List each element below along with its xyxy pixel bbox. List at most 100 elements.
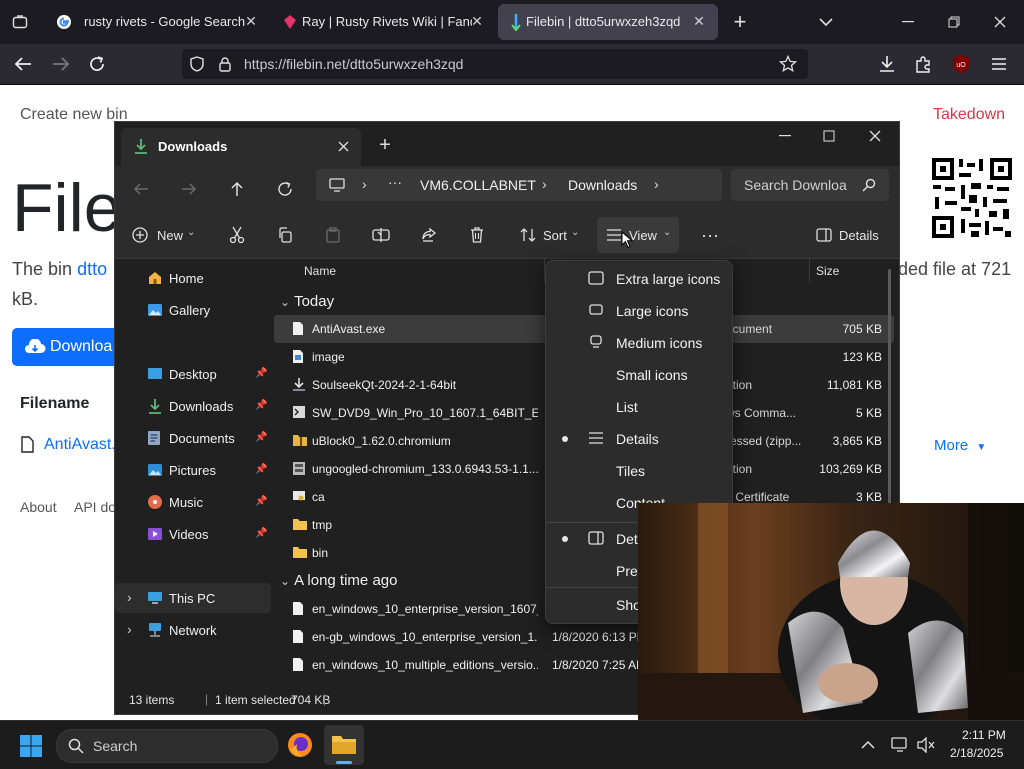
- delete-icon[interactable]: [467, 225, 487, 245]
- forward-icon[interactable]: [50, 54, 72, 74]
- paste-icon[interactable]: [323, 225, 343, 245]
- pin-icon[interactable]: 📌: [255, 400, 267, 412]
- more-dropdown[interactable]: More ▼: [934, 437, 986, 454]
- chevron-up-icon[interactable]: [858, 735, 878, 755]
- menu-icon[interactable]: [988, 53, 1010, 75]
- url-bar[interactable]: https://filebin.net/dtto5urwxzeh3zqd: [182, 49, 808, 79]
- menu-item-extra-large-icons[interactable]: Extra large icons: [546, 263, 732, 295]
- close-tab-icon[interactable]: ✕: [468, 12, 486, 30]
- group-header-long-time-ago[interactable]: ⌄ A long time ago: [280, 572, 397, 589]
- extensions-icon[interactable]: [912, 53, 934, 75]
- more-options-icon[interactable]: ···: [699, 225, 721, 245]
- volume-muted-icon[interactable]: [916, 735, 936, 755]
- clock-date[interactable]: 2/18/2025: [950, 746, 1003, 760]
- new-button[interactable]: New ⌄: [129, 222, 201, 248]
- firefox-icon[interactable]: [286, 731, 314, 759]
- bin-id-link[interactable]: dtto: [77, 259, 107, 279]
- copy-icon[interactable]: [275, 225, 295, 245]
- takedown-link[interactable]: Takedown: [933, 106, 1005, 124]
- sidebar-item-videos[interactable]: Videos 📌: [115, 519, 271, 549]
- breadcrumb-downloads[interactable]: Downloads: [568, 177, 637, 193]
- close-tab-icon[interactable]: [335, 138, 351, 154]
- chevron-right-icon[interactable]: ›: [127, 589, 132, 605]
- sidebar-item-gallery[interactable]: Gallery: [115, 295, 271, 325]
- downloads-icon[interactable]: [876, 53, 898, 75]
- rename-icon[interactable]: [371, 225, 391, 245]
- shield-icon[interactable]: [188, 55, 206, 73]
- pin-icon[interactable]: 📌: [255, 528, 267, 540]
- create-new-bin-link[interactable]: Create new bin: [20, 106, 128, 124]
- sidebar-item-network[interactable]: › Network: [115, 615, 271, 645]
- menu-item-medium-icons[interactable]: Medium icons: [546, 327, 732, 359]
- chevron-right-icon[interactable]: ›: [127, 621, 132, 637]
- file-link[interactable]: AntiAvast.: [44, 436, 116, 454]
- refresh-icon[interactable]: [275, 179, 295, 199]
- pin-icon[interactable]: 📌: [255, 496, 267, 508]
- view-button[interactable]: View ⌄: [597, 217, 679, 253]
- search-input[interactable]: Search Downloa: [744, 177, 847, 193]
- column-header-size[interactable]: Size: [816, 264, 839, 278]
- new-tab-icon[interactable]: +: [730, 9, 750, 34]
- clock-time[interactable]: 2:11 PM: [962, 728, 1006, 742]
- maximize-icon[interactable]: [819, 126, 839, 146]
- tab-overview-icon[interactable]: [10, 12, 30, 32]
- explorer-tab-downloads[interactable]: Downloads: [121, 128, 361, 166]
- lock-icon[interactable]: [216, 55, 234, 73]
- reload-icon[interactable]: [86, 54, 108, 74]
- minimize-icon[interactable]: [898, 12, 918, 32]
- search-box[interactable]: Search Downloa: [731, 169, 889, 201]
- minimize-icon[interactable]: [775, 126, 795, 146]
- search-icon[interactable]: [861, 177, 877, 193]
- windows-start-icon[interactable]: [18, 733, 44, 759]
- menu-item-small-icons[interactable]: Small icons: [546, 359, 732, 391]
- details-pane-button[interactable]: Details: [815, 222, 887, 248]
- close-tab-icon[interactable]: ✕: [242, 12, 260, 30]
- chevron-down-icon[interactable]: [816, 12, 836, 32]
- column-header-name[interactable]: Name: [304, 264, 336, 278]
- file-explorer-taskbar-button[interactable]: [324, 725, 364, 765]
- sidebar-item-desktop[interactable]: Desktop 📌: [115, 359, 271, 389]
- back-icon[interactable]: [12, 54, 34, 74]
- close-tab-icon[interactable]: ✕: [690, 12, 708, 30]
- sidebar-item-this-pc[interactable]: › This PC: [115, 583, 271, 613]
- taskbar-search-box[interactable]: Search: [56, 729, 278, 763]
- menu-item-list[interactable]: List: [546, 391, 732, 423]
- download-button[interactable]: Downloa: [12, 328, 122, 366]
- up-icon[interactable]: [227, 179, 247, 199]
- new-tab-icon[interactable]: +: [375, 134, 395, 156]
- pin-icon[interactable]: 📌: [255, 368, 267, 380]
- menu-item-tiles[interactable]: Tiles: [546, 455, 732, 487]
- tab-fandom[interactable]: Ray | Rusty Rivets Wiki | Fandom ✕: [272, 4, 496, 40]
- pin-icon[interactable]: 📌: [255, 464, 267, 476]
- share-icon[interactable]: [419, 225, 439, 245]
- menu-item-large-icons[interactable]: Large icons: [546, 295, 732, 327]
- breadcrumb-vm6[interactable]: VM6.COLLABNET: [420, 177, 536, 193]
- cut-icon[interactable]: [227, 225, 247, 245]
- close-icon[interactable]: [990, 12, 1010, 32]
- sidebar-item-documents[interactable]: Documents 📌: [115, 423, 271, 453]
- videos-icon: [147, 526, 163, 542]
- back-icon[interactable]: [131, 179, 151, 199]
- sidebar-item-music[interactable]: Music 📌: [115, 487, 271, 517]
- tab-google-search[interactable]: rusty rivets - Google Search ✕: [44, 4, 270, 40]
- sidebar-item-downloads[interactable]: Downloads 📌: [115, 391, 271, 421]
- breadcrumb-ellipsis[interactable]: ···: [388, 174, 402, 190]
- column-divider[interactable]: [809, 259, 810, 283]
- network-status-icon[interactable]: [890, 735, 910, 755]
- group-header-today[interactable]: ⌄ Today: [280, 293, 334, 310]
- menu-item-details[interactable]: Details: [546, 423, 732, 455]
- close-icon[interactable]: [865, 126, 885, 146]
- sort-button[interactable]: Sort ⌄: [517, 222, 583, 248]
- pictures-icon: [147, 462, 163, 478]
- sidebar-item-home[interactable]: Home: [115, 263, 271, 293]
- ublock-icon[interactable]: uO: [950, 53, 972, 75]
- tab-filebin[interactable]: Filebin | dtto5urwxzeh3zqd ✕: [498, 4, 718, 40]
- footer-api-link[interactable]: API do: [74, 499, 116, 515]
- footer-about-link[interactable]: About: [20, 499, 57, 515]
- restore-icon[interactable]: [944, 12, 964, 32]
- address-bar[interactable]: › ··· VM6.COLLABNET › Downloads ›: [316, 169, 722, 201]
- bookmark-star-icon[interactable]: [778, 54, 798, 74]
- sidebar-item-pictures[interactable]: Pictures 📌: [115, 455, 271, 485]
- forward-icon[interactable]: [179, 179, 199, 199]
- pin-icon[interactable]: 📌: [255, 432, 267, 444]
